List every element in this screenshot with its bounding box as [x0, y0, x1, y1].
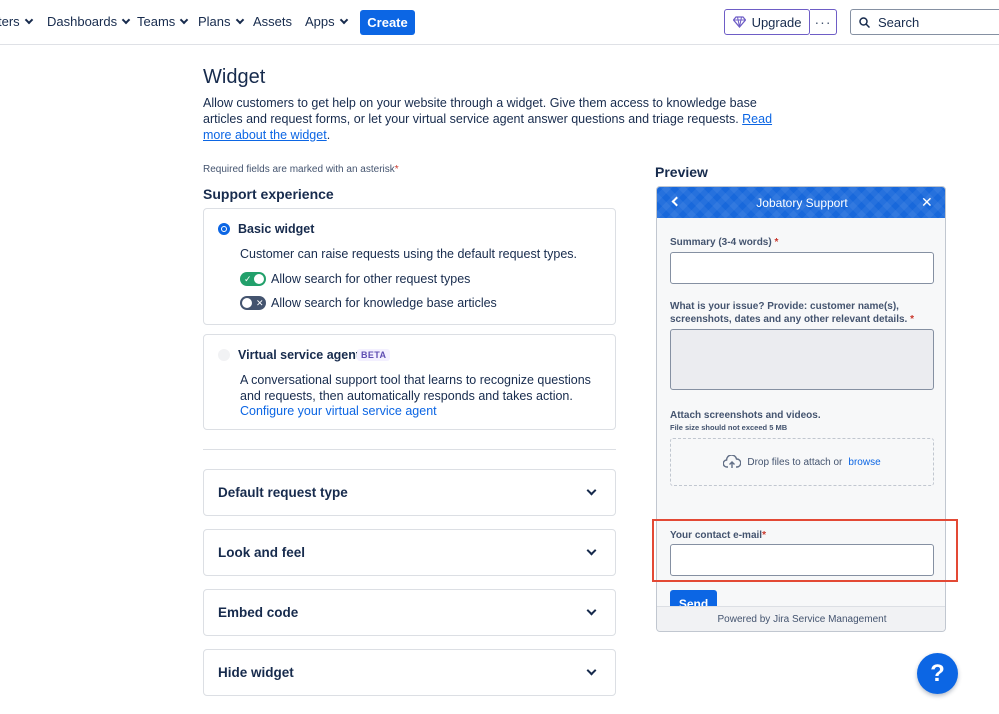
check-icon: ✓	[244, 274, 252, 284]
issue-label: What is your issue? Provide: customer na…	[670, 300, 932, 326]
virtual-agent-title: Virtual service agent	[238, 348, 361, 362]
chevron-down-icon	[586, 545, 597, 556]
file-dropzone[interactable]: Drop files to attach or browse	[670, 438, 934, 486]
chevron-down-icon	[586, 605, 597, 616]
summary-label-text: Summary (3-4 words)	[670, 237, 772, 248]
issue-textarea[interactable]	[670, 329, 934, 390]
basic-widget-radio[interactable]	[218, 223, 230, 235]
powered-by-footer: Powered by Jira Service Management	[657, 606, 945, 631]
accordion-label: Default request type	[218, 485, 348, 500]
chevron-down-icon	[586, 665, 597, 676]
chevron-down-icon	[121, 15, 131, 24]
support-experience-heading: Support experience	[203, 186, 334, 202]
configure-virtual-agent-link[interactable]: Configure your virtual service agent	[240, 404, 437, 418]
summary-label: Summary (3-4 words) *	[670, 236, 932, 249]
accordion-label: Look and feel	[218, 545, 306, 560]
chevron-down-icon	[586, 485, 597, 496]
intro-text: Allow customers to get help on your webs…	[203, 96, 757, 126]
page-title: Widget	[203, 66, 266, 88]
browse-link[interactable]: browse	[848, 457, 880, 468]
basic-widget-description: Customer can raise requests using the de…	[240, 247, 577, 261]
asterisk: *	[394, 164, 399, 175]
close-icon[interactable]: ✕	[921, 194, 933, 211]
nav-plans[interactable]: Plans	[198, 14, 244, 29]
accordion-embed-code[interactable]: Embed code	[203, 589, 616, 636]
attach-label: Attach screenshots and videos.	[670, 410, 821, 421]
beta-badge: BETA	[357, 349, 391, 361]
summary-input[interactable]	[670, 252, 934, 284]
nav-filters[interactable]: ters	[0, 14, 33, 29]
basic-widget-option[interactable]: Basic widget Customer can raise requests…	[203, 208, 616, 325]
virtual-agent-description-2: and requests, then automatically respond…	[240, 389, 573, 403]
preview-heading: Preview	[655, 164, 708, 180]
accordion-look-and-feel[interactable]: Look and feel	[203, 529, 616, 576]
search-input[interactable]: Search	[850, 9, 999, 35]
chevron-down-icon	[339, 15, 348, 24]
nav-apps[interactable]: Apps	[305, 14, 348, 29]
nav-teams[interactable]: Teams	[137, 14, 189, 29]
asterisk: *	[910, 314, 914, 325]
search-icon	[859, 16, 870, 28]
chevron-down-icon	[24, 15, 33, 24]
cross-icon: ✕	[256, 298, 264, 308]
toggle-search-request-types-label: Allow search for other request types	[271, 272, 471, 286]
accordion-label: Embed code	[218, 605, 299, 620]
help-button[interactable]: ?	[917, 653, 958, 694]
cloud-upload-icon	[723, 455, 742, 468]
highlight-box	[652, 519, 958, 582]
top-navigation: ters Dashboards Teams Plans Assets Apps …	[0, 0, 999, 45]
chevron-down-icon	[180, 15, 189, 24]
required-fields-note: Required fields are marked with an aster…	[203, 164, 399, 175]
basic-widget-title: Basic widget	[238, 222, 315, 236]
virtual-agent-description-1: A conversational support tool that learn…	[240, 373, 591, 387]
attach-size-note: File size should not exceed 5 MB	[670, 423, 788, 432]
nav-dashboards[interactable]: Dashboards	[47, 14, 131, 29]
drop-text: Drop files to attach or	[747, 456, 843, 468]
toggle-search-request-types[interactable]: ✓	[240, 272, 266, 286]
upgrade-button[interactable]: Upgrade	[724, 9, 810, 35]
gem-icon	[732, 16, 746, 28]
virtual-agent-radio[interactable]	[218, 349, 230, 361]
page-intro: Allow customers to get help on your webs…	[203, 95, 783, 143]
intro-end: .	[326, 128, 331, 142]
search-placeholder: Search	[878, 14, 920, 30]
accordion-hide-widget[interactable]: Hide widget	[203, 649, 616, 696]
toggle-knob	[254, 274, 264, 284]
create-button[interactable]: Create	[360, 10, 415, 35]
accordion-label: Hide widget	[218, 665, 294, 680]
more-options-button[interactable]: ···	[810, 9, 837, 35]
required-note-text: Required fields are marked with an aster…	[203, 164, 395, 175]
issue-label-text: What is your issue? Provide: customer na…	[670, 301, 908, 325]
section-divider	[203, 449, 616, 450]
nav-assets[interactable]: Assets	[253, 14, 292, 29]
toggle-search-kb-articles-label: Allow search for knowledge base articles	[271, 296, 497, 310]
asterisk: *	[774, 237, 779, 248]
accordion-default-request-type[interactable]: Default request type	[203, 469, 616, 516]
toggle-knob	[242, 298, 252, 308]
widget-title: Jobatory Support	[756, 196, 848, 210]
virtual-agent-option[interactable]: Virtual service agent BETA A conversatio…	[203, 334, 616, 430]
chevron-down-icon	[235, 15, 244, 24]
toggle-search-kb-articles[interactable]: ✕	[240, 296, 266, 310]
widget-header: Jobatory Support ✕	[657, 187, 945, 218]
upgrade-label: Upgrade	[751, 14, 802, 30]
